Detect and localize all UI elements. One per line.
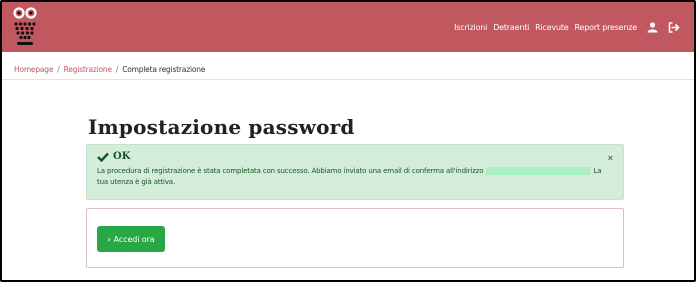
nav-item-report-presenze[interactable]: Report presenze <box>575 23 638 32</box>
accedi-ora-label: Accedi ora <box>113 234 155 244</box>
nav-item-detraenti[interactable]: Detraenti <box>493 23 529 32</box>
logout-icon[interactable] <box>668 21 680 33</box>
app-window: Iscrizioni Detraenti Ricevute Report pre… <box>0 0 696 282</box>
top-navbar: Iscrizioni Detraenti Ricevute Report pre… <box>2 2 694 52</box>
login-card: › Accedi ora <box>86 208 624 268</box>
nav-links: Iscrizioni Detraenti Ricevute Report pre… <box>448 2 680 52</box>
nav-item-ricevute[interactable]: Ricevute <box>535 23 569 32</box>
chevron-right-icon: › <box>107 234 111 244</box>
breadcrumb-homepage[interactable]: Homepage <box>14 65 53 74</box>
page-title: Impostazione password <box>88 115 355 139</box>
checkmark-icon <box>97 152 109 162</box>
owl-logo-icon[interactable] <box>13 6 37 48</box>
breadcrumb-separator: / <box>115 65 119 74</box>
alert-title: OK <box>113 151 131 162</box>
close-icon[interactable]: × <box>608 153 613 163</box>
breadcrumb-separator: / <box>57 65 60 74</box>
alert-message-start: La procedura di registrazione è stata co… <box>97 167 484 175</box>
redacted-email <box>486 167 591 175</box>
alert-header: OK <box>97 151 613 162</box>
breadcrumb: Homepage / Registrazione / Completa regi… <box>2 60 694 80</box>
user-icon[interactable] <box>647 21 658 33</box>
breadcrumb-registrazione[interactable]: Registrazione <box>64 65 112 74</box>
alert-message: La procedura di registrazione è stata co… <box>97 166 612 188</box>
accedi-ora-button[interactable]: › Accedi ora <box>97 226 165 252</box>
success-alert: OK × La procedura di registrazione è sta… <box>86 144 624 200</box>
nav-item-iscrizioni[interactable]: Iscrizioni <box>454 23 487 32</box>
breadcrumb-current: Completa registrazione <box>122 65 206 74</box>
